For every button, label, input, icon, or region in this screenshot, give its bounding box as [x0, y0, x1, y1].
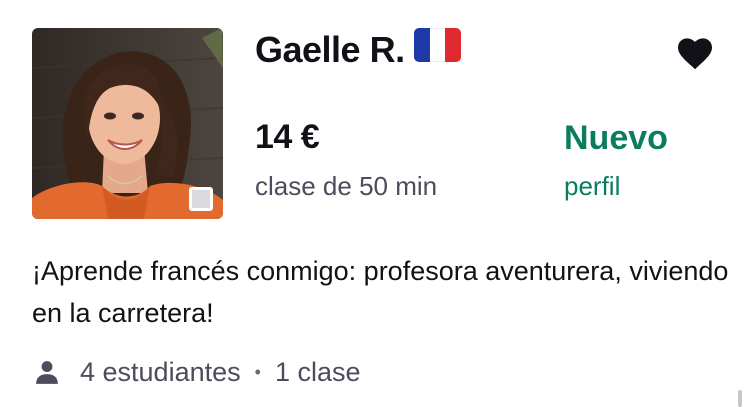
avatar[interactable] [32, 28, 223, 219]
tutor-stats: 4 estudiantes • 1 clase [32, 352, 361, 392]
new-badge-subtitle: perfil [564, 171, 621, 201]
lesson-duration: clase de 50 min [255, 171, 438, 201]
new-badge-title: Nuevo [564, 119, 668, 157]
student-count: 4 estudiantes [80, 356, 241, 387]
tutor-card[interactable]: Gaelle R. 14 € clase de 50 min Nuevo per… [0, 0, 750, 407]
user-icon [36, 361, 58, 384]
scrollbar[interactable] [738, 390, 742, 407]
tutor-headline: ¡Aprende francés conmigo: profesora aven… [32, 256, 729, 328]
status-indicator [189, 187, 213, 211]
heart-icon[interactable] [676, 36, 714, 70]
lesson-price: 14 € [255, 118, 320, 156]
lesson-count: 1 clase [274, 356, 361, 387]
tutor-name[interactable]: Gaelle R. [255, 26, 405, 74]
france-flag-icon [414, 28, 461, 62]
separator-dot: • [254, 361, 261, 382]
